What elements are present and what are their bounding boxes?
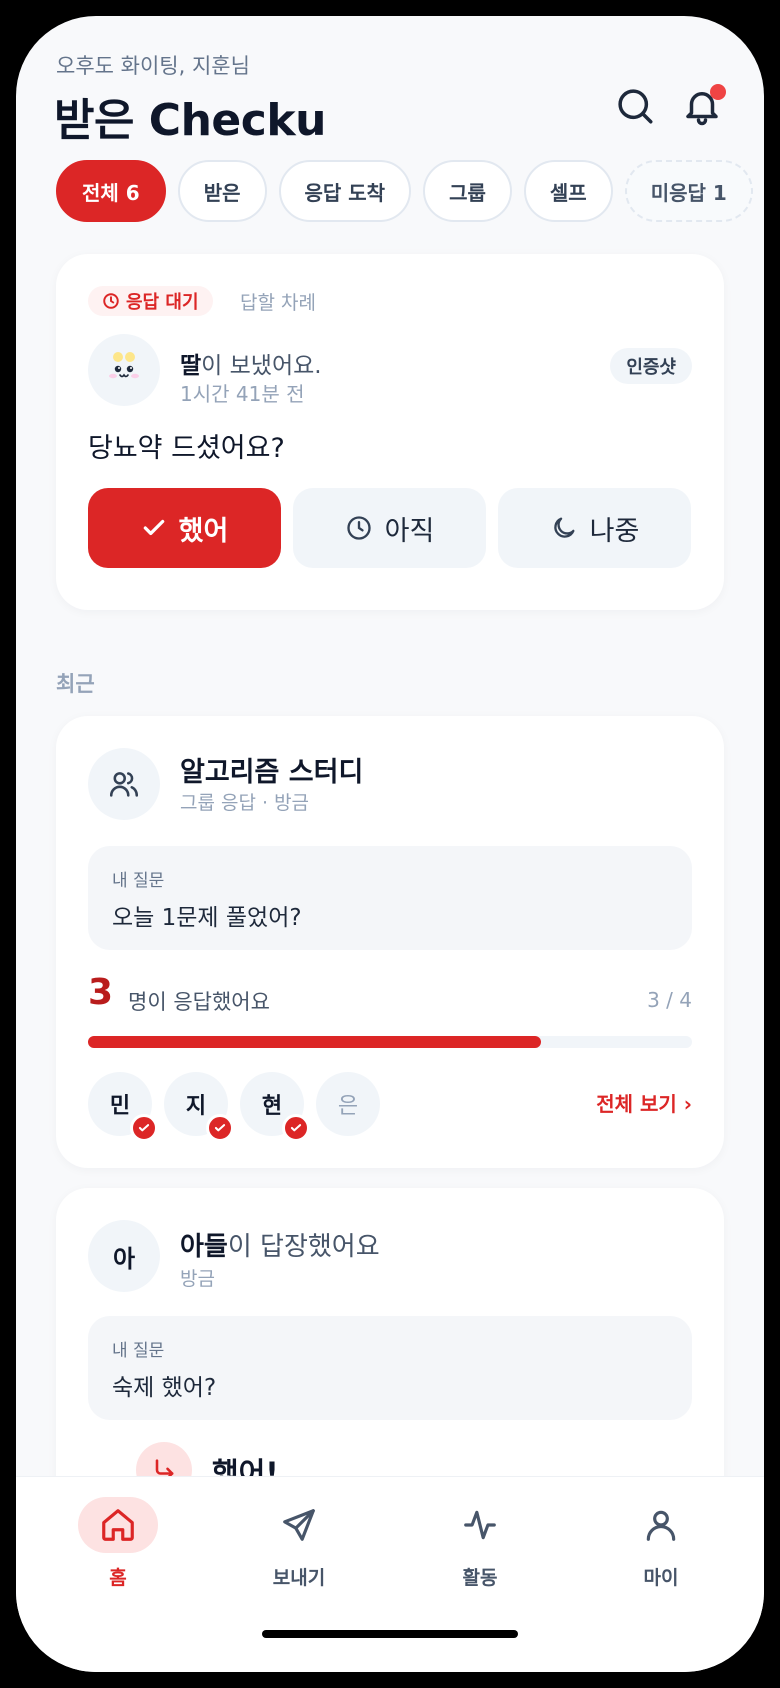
clock-icon xyxy=(346,516,371,540)
done-button[interactable]: 했어 xyxy=(88,488,281,568)
later-label: 나중 xyxy=(589,515,640,547)
member-initial: 지 xyxy=(185,1094,207,1119)
my-question-text: 숙제 했어? xyxy=(112,1375,217,1401)
home-icon xyxy=(102,1509,134,1541)
question-text: 당뇨약 드셨어요? xyxy=(88,433,285,464)
check-badge xyxy=(282,1114,310,1142)
greeting: 오후도 화이팅, 지훈님 xyxy=(56,54,250,78)
phone-frame: 오후도 화이팅, 지훈님 받은 Checku 전체 6 받은 응답 도착 그룹 … xyxy=(0,0,780,1688)
moon-icon xyxy=(553,517,575,538)
check-badge xyxy=(206,1114,234,1142)
clock-icon xyxy=(103,293,119,309)
notification-button[interactable] xyxy=(676,80,728,132)
reply-line: 아들이 답장했어요 xyxy=(180,1226,380,1263)
group-subtitle: 그룹 응답 · 방금 xyxy=(180,792,310,814)
group-response-card[interactable]: 알고리즘 스터디 그룹 응답 · 방금 내 질문 오늘 1문제 풀었어? 3 명… xyxy=(56,716,724,1168)
member-avatar[interactable]: 현 xyxy=(240,1072,310,1142)
member-initial: 현 xyxy=(261,1094,283,1119)
sent-time: 1시간 41분 전 xyxy=(180,382,305,406)
see-all-link[interactable]: 전체 보기 › xyxy=(596,1088,692,1117)
tab-icon-wrap xyxy=(78,1497,158,1553)
check-icon xyxy=(290,1124,302,1132)
status-text: 응답 대기 xyxy=(126,292,199,313)
activity-icon xyxy=(464,1510,496,1540)
my-question-label: 내 질문 xyxy=(112,871,165,891)
page-title: 받은 Checku xyxy=(54,95,326,146)
filter-chips: 전체 6 받은 응답 도착 그룹 셀프 미응답 1 xyxy=(56,160,753,222)
home-indicator xyxy=(262,1630,518,1638)
cute-face-icon xyxy=(109,352,139,379)
tab-icon-wrap xyxy=(621,1497,701,1553)
my-question-text: 오늘 1문제 풀었어? xyxy=(112,905,302,931)
response-progress-track xyxy=(88,1036,692,1048)
filter-chip-all[interactable]: 전체 6 xyxy=(56,160,166,222)
tab-icon-wrap xyxy=(259,1497,339,1553)
send-icon xyxy=(283,1509,315,1541)
check-badge xyxy=(130,1114,158,1142)
tab-icon-wrap xyxy=(440,1497,520,1553)
member-avatar[interactable]: 민 xyxy=(88,1072,158,1142)
member-avatar[interactable]: 은 xyxy=(316,1072,380,1136)
response-count: 3 xyxy=(88,972,114,1013)
sender-name: 딸 xyxy=(180,353,202,379)
filter-chip-self[interactable]: 셀프 xyxy=(523,160,613,222)
tab-send[interactable]: 보내기 xyxy=(239,1497,359,1590)
reply-sender-name: 아들 xyxy=(180,1232,228,1262)
section-title-recent: 최근 xyxy=(56,672,95,696)
check-icon xyxy=(143,519,164,536)
reply-sender-suffix: 이 답장했어요 xyxy=(227,1232,380,1262)
tab-label-home: 홈 xyxy=(109,1567,127,1589)
later-button[interactable]: 나중 xyxy=(498,488,691,568)
response-buttons: 했어 아직 나중 xyxy=(88,488,691,568)
done-label: 했어 xyxy=(178,515,229,547)
tab-activity[interactable]: 활동 xyxy=(420,1497,540,1590)
avatar: 아 xyxy=(88,1220,160,1292)
screen: 오후도 화이팅, 지훈님 받은 Checku 전체 6 받은 응답 도착 그룹 … xyxy=(16,16,764,1672)
my-question-box: 내 질문 숙제 했어? xyxy=(88,1316,692,1420)
search-icon xyxy=(618,89,653,124)
my-question-box: 내 질문 오늘 1문제 풀었어? xyxy=(88,846,692,950)
response-ratio: 3 / 4 xyxy=(647,988,692,1012)
proof-badge: 인증샷 xyxy=(610,348,692,384)
filter-chip-responded[interactable]: 응답 도착 xyxy=(278,160,412,222)
not-yet-label: 아직 xyxy=(384,515,435,547)
check-icon xyxy=(138,1124,150,1132)
status-badge: 응답 대기 xyxy=(88,286,213,316)
sender-suffix: 이 보냈어요. xyxy=(201,353,322,379)
tab-home[interactable]: 홈 xyxy=(58,1497,178,1590)
my-question-label: 내 질문 xyxy=(112,1341,165,1361)
not-yet-button[interactable]: 아직 xyxy=(293,488,486,568)
tab-my[interactable]: 마이 xyxy=(601,1497,721,1590)
group-avatar xyxy=(88,748,160,820)
reply-time: 방금 xyxy=(180,1268,215,1290)
status-note: 답할 차례 xyxy=(240,292,316,314)
response-count-label: 명이 응답했어요 xyxy=(128,990,270,1014)
sender-line: 딸이 보냈어요. xyxy=(180,346,322,380)
tab-label-send: 보내기 xyxy=(272,1567,326,1589)
member-list: 민 지 현 은 xyxy=(88,1072,380,1142)
bottom-tab-bar: 홈 보내기 활동 마이 xyxy=(16,1476,764,1672)
member-avatar[interactable]: 지 xyxy=(164,1072,234,1142)
check-icon xyxy=(214,1124,226,1132)
member-initial: 민 xyxy=(109,1094,131,1119)
tab-label-my: 마이 xyxy=(643,1567,679,1589)
filter-chip-group[interactable]: 그룹 xyxy=(423,160,512,222)
group-name: 알고리즘 스터디 xyxy=(180,757,364,788)
notification-dot xyxy=(710,84,726,100)
member-initial: 은 xyxy=(337,1094,359,1119)
user-icon xyxy=(646,1510,676,1541)
filter-chip-received[interactable]: 받은 xyxy=(177,160,267,222)
avatar xyxy=(88,334,160,406)
filter-chip-unanswered[interactable]: 미응답 1 xyxy=(624,160,753,222)
pending-checku-card[interactable]: 응답 대기 답할 차례 딸이 보냈어요. 1시간 41분 전 인증샷 당뇨약 드… xyxy=(56,254,724,610)
tab-label-activity: 활동 xyxy=(462,1567,498,1589)
users-icon xyxy=(109,772,139,797)
search-button[interactable] xyxy=(609,80,661,132)
response-progress-fill xyxy=(88,1036,541,1048)
